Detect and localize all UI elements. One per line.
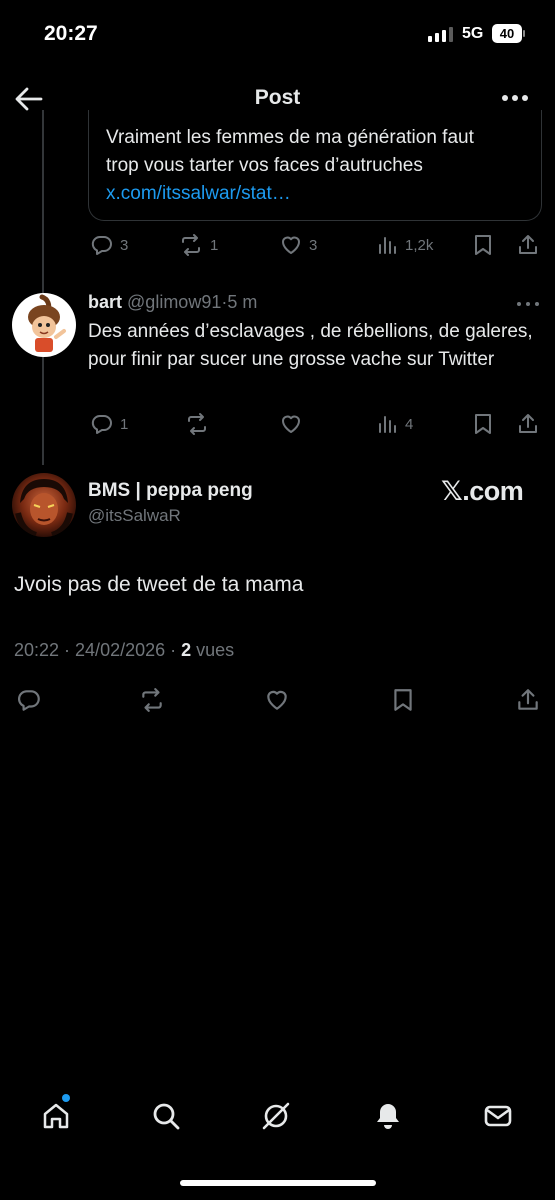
reply-icon bbox=[91, 235, 112, 255]
bookmark-icon[interactable] bbox=[391, 687, 415, 713]
like-icon bbox=[282, 415, 300, 433]
avatar-image bbox=[28, 294, 66, 352]
bookmark-icon[interactable] bbox=[472, 412, 494, 436]
quoted-line-2: trop vous tarter vos faces d’autruches bbox=[106, 155, 423, 176]
reply-text: Des années d’esclavages , de rébellions,… bbox=[88, 321, 533, 370]
repost-icon bbox=[182, 234, 200, 256]
more-icon[interactable] bbox=[516, 300, 540, 308]
more-icon[interactable] bbox=[500, 90, 530, 106]
reply-author-name[interactable]: bart bbox=[88, 292, 122, 312]
post-text: Jvois pas de tweet de ta mama bbox=[14, 573, 304, 596]
battery-icon: 40 bbox=[492, 24, 522, 43]
repost-button[interactable] bbox=[184, 412, 216, 436]
repost-button[interactable]: 1 bbox=[178, 233, 218, 257]
post-author-handle[interactable]: @itsSalwaR bbox=[88, 506, 181, 526]
quoted-post-link[interactable]: x.com/itssalwar/stat… bbox=[106, 180, 531, 208]
share-icon[interactable] bbox=[515, 687, 541, 713]
status-time: 20:27 bbox=[44, 22, 98, 45]
quoted-line-1: Vraiment les femmes de ma génération fau… bbox=[106, 127, 474, 148]
arrow-left-icon[interactable] bbox=[14, 86, 44, 112]
network-label: 5G bbox=[462, 25, 484, 42]
like-icon bbox=[282, 236, 300, 254]
post-views-label: vues bbox=[191, 640, 235, 660]
home-indicator bbox=[180, 1180, 376, 1186]
share-icon[interactable] bbox=[516, 233, 540, 257]
notifications-icon[interactable] bbox=[372, 1100, 404, 1132]
views-count: 1,2k bbox=[405, 236, 434, 254]
repost-icon bbox=[188, 413, 206, 435]
search-icon[interactable] bbox=[150, 1100, 182, 1132]
reply-button[interactable]: 1 bbox=[90, 412, 128, 436]
repost-icon[interactable] bbox=[137, 687, 167, 713]
reply-button[interactable]: 3 bbox=[90, 233, 128, 257]
avatar[interactable] bbox=[12, 293, 76, 357]
reply-time: 5 m bbox=[227, 292, 258, 312]
notification-dot bbox=[62, 1094, 70, 1102]
like-button[interactable]: 3 bbox=[279, 233, 317, 257]
reply-author-handle[interactable]: @glimow91 bbox=[127, 292, 221, 312]
like-count: 3 bbox=[309, 236, 318, 254]
like-button[interactable] bbox=[279, 412, 309, 436]
reply-icon[interactable] bbox=[16, 687, 42, 713]
quoted-post-text: Vraiment les femmes de ma génération fau… bbox=[106, 124, 531, 208]
messages-icon[interactable] bbox=[482, 1100, 514, 1132]
reply-header: bart @glimow91·5 m bbox=[88, 292, 257, 313]
repost-count: 1 bbox=[210, 236, 219, 254]
post-views-count: 2 bbox=[181, 640, 192, 660]
post-author-name[interactable]: BMS | peppa peng bbox=[88, 480, 253, 502]
bookmark-icon[interactable] bbox=[472, 233, 494, 257]
views-count: 4 bbox=[405, 415, 414, 433]
thread-line bbox=[42, 110, 44, 465]
battery-tip bbox=[523, 30, 525, 37]
home-icon[interactable] bbox=[40, 1100, 72, 1132]
avatar-image bbox=[15, 479, 73, 537]
grok-icon[interactable] bbox=[260, 1100, 292, 1132]
post-meta: 20:22 · 24/02/2026 · 2 vues bbox=[14, 640, 234, 661]
views-icon bbox=[379, 237, 396, 254]
page-title: Post bbox=[254, 86, 301, 109]
avatar[interactable] bbox=[12, 473, 76, 537]
share-icon[interactable] bbox=[516, 412, 540, 436]
reply-icon bbox=[91, 414, 112, 434]
post-timestamp: 20:22 · 24/02/2026 · bbox=[14, 640, 182, 660]
reply-count: 3 bbox=[120, 236, 129, 254]
like-icon[interactable] bbox=[263, 687, 291, 713]
views-button[interactable]: 4 bbox=[377, 412, 413, 436]
reply-count: 1 bbox=[120, 415, 129, 433]
x-watermark: 𝕏.com bbox=[441, 476, 524, 506]
views-icon bbox=[379, 416, 396, 433]
signal-icon bbox=[428, 26, 453, 42]
views-button[interactable]: 1,2k bbox=[377, 233, 433, 257]
